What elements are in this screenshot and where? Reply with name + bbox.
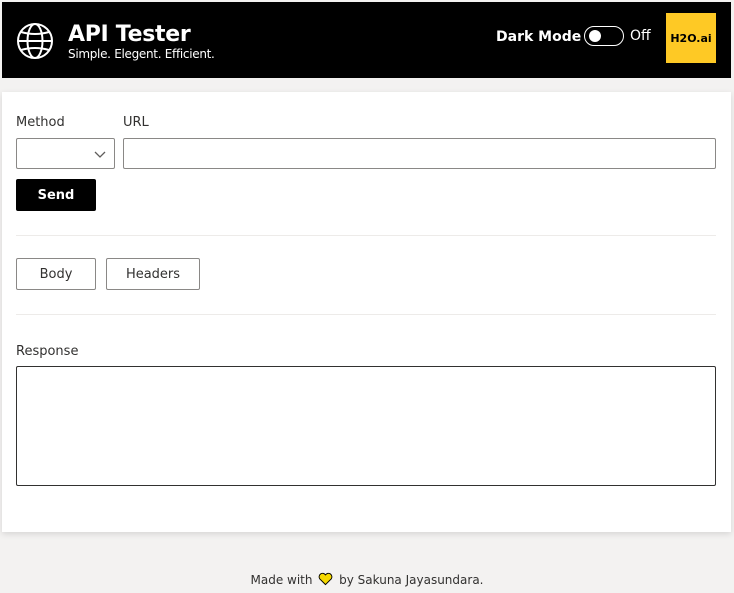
method-dropdown[interactable] <box>16 138 115 169</box>
main-card: Method URL Send Body Headers Response <box>2 92 731 532</box>
footer: Made with by Sakuna Jayasundara. <box>0 572 734 587</box>
url-input[interactable] <box>123 138 716 169</box>
app-subtitle: Simple. Elegent. Efficient. <box>68 47 215 61</box>
send-button[interactable]: Send <box>16 179 96 211</box>
response-label: Response <box>16 344 79 359</box>
headers-button[interactable]: Headers <box>106 258 200 290</box>
dark-mode-label: Dark Mode <box>496 29 582 45</box>
toggle-knob <box>589 30 601 42</box>
heart-icon <box>318 572 333 586</box>
h2o-logo: H2O.ai <box>666 13 716 63</box>
response-textarea[interactable] <box>16 366 716 486</box>
divider <box>16 235 716 236</box>
app-header: API Tester Simple. Elegent. Efficient. D… <box>2 2 731 78</box>
chevron-down-icon <box>94 151 106 158</box>
app-title: API Tester <box>68 22 191 47</box>
footer-suffix: by Sakuna Jayasundara. <box>339 573 484 587</box>
dark-mode-toggle[interactable] <box>584 26 624 46</box>
method-label: Method <box>16 115 65 130</box>
url-label: URL <box>123 115 149 130</box>
globe-icon <box>17 23 53 59</box>
body-button[interactable]: Body <box>16 258 96 290</box>
footer-prefix: Made with <box>250 573 313 587</box>
divider <box>16 314 716 315</box>
dark-mode-state: Off <box>630 28 651 44</box>
